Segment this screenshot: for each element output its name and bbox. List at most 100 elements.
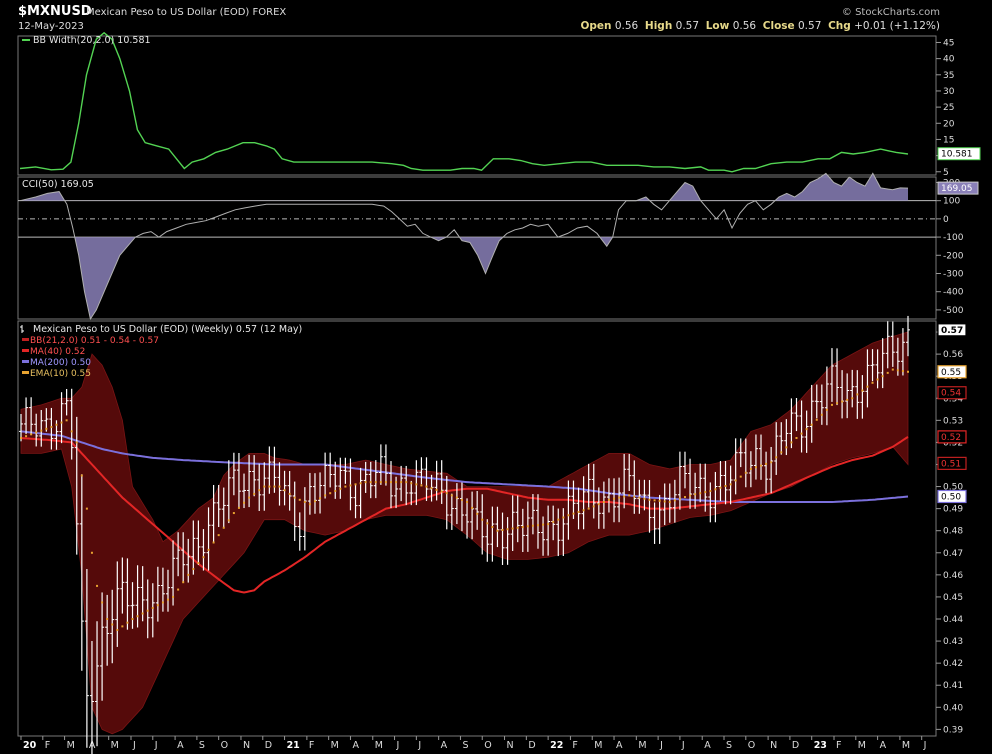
ema10-dot bbox=[308, 503, 311, 506]
ema10-dot bbox=[668, 501, 671, 504]
ema10-dot bbox=[369, 481, 372, 484]
instrument-name: Mexican Peso to US Dollar (EOD) FOREX bbox=[86, 7, 287, 18]
ema10-dot bbox=[830, 403, 833, 406]
ema10-dot bbox=[450, 494, 453, 497]
ema10-dot bbox=[374, 481, 377, 484]
x-tick-label: 21 bbox=[287, 740, 300, 751]
ema10-dot bbox=[136, 615, 139, 618]
ema10-dot bbox=[901, 370, 904, 373]
ema10-dot bbox=[729, 483, 732, 486]
x-tick-label: F bbox=[836, 740, 841, 751]
ema10-dot bbox=[35, 431, 38, 434]
indicator-legend-label: EMA(10) 0.55 bbox=[30, 369, 91, 379]
ema10-dot bbox=[775, 456, 778, 459]
ema10-dot bbox=[405, 481, 408, 484]
ema10-dot bbox=[785, 446, 788, 449]
ema10-dot bbox=[248, 496, 251, 499]
ema10-dot bbox=[20, 436, 22, 439]
ema10-dot bbox=[658, 499, 661, 502]
ema10-dot bbox=[354, 483, 357, 486]
ema10-dot bbox=[749, 467, 752, 470]
ema10-dot bbox=[683, 496, 686, 499]
ema10-dot bbox=[689, 494, 692, 497]
x-tick-label: M bbox=[902, 740, 910, 751]
ema10-dot bbox=[628, 494, 631, 497]
ema10-dot bbox=[430, 487, 433, 490]
ema10-dot bbox=[841, 400, 844, 403]
ema10-dot bbox=[623, 495, 626, 498]
ema10-dot bbox=[151, 606, 154, 609]
ema10-dot bbox=[800, 432, 803, 435]
x-tick-label: J bbox=[396, 740, 400, 751]
indicator-legend-label: MA(200) 0.50 bbox=[30, 358, 91, 368]
bbw-tick-label: 45 bbox=[943, 38, 954, 48]
ema10-dot bbox=[106, 618, 109, 621]
ema10-dot bbox=[415, 483, 418, 486]
ema10-dot bbox=[466, 501, 469, 504]
cci-tick-label: -300 bbox=[943, 269, 964, 279]
x-tick-label: O bbox=[221, 740, 228, 751]
ema10-dot bbox=[577, 510, 580, 513]
ema10-dot bbox=[486, 522, 489, 525]
ema10-dot bbox=[253, 492, 256, 495]
ema10-dot bbox=[552, 520, 555, 523]
ema10-dot bbox=[319, 497, 322, 500]
x-tick-label: S bbox=[462, 740, 468, 751]
indicator-legend-swatch bbox=[22, 338, 29, 341]
ema10-dot bbox=[765, 462, 768, 465]
price-value-tag-text: 0.52 bbox=[941, 433, 961, 443]
ema10-dot bbox=[121, 625, 124, 628]
ema10-dot bbox=[891, 368, 894, 371]
x-tick-label: M bbox=[111, 740, 119, 751]
ema10-dot bbox=[96, 584, 99, 587]
x-tick-label: 23 bbox=[814, 740, 827, 751]
ema10-dot bbox=[192, 567, 195, 570]
ema10-dot bbox=[217, 534, 220, 537]
ema10-dot bbox=[572, 512, 575, 515]
ema10-dot bbox=[896, 369, 899, 372]
ema10-dot bbox=[156, 604, 159, 607]
ema10-dot bbox=[542, 523, 545, 526]
x-tick-label: S bbox=[199, 740, 205, 751]
bbw-tick-label: 30 bbox=[943, 87, 955, 97]
price-tick-label: 0.48 bbox=[943, 527, 963, 537]
ema10-dot bbox=[395, 481, 398, 484]
x-tick-label: J bbox=[923, 740, 927, 751]
x-tick-label: S bbox=[726, 740, 732, 751]
ema10-dot bbox=[182, 581, 185, 584]
ema10-dot bbox=[836, 402, 839, 405]
ema10-dot bbox=[339, 487, 342, 490]
ema10-dot bbox=[85, 507, 88, 510]
symbol-label[interactable]: $MXNUSD bbox=[18, 4, 92, 19]
ema10-dot bbox=[455, 496, 458, 499]
ema10-dot bbox=[820, 413, 823, 416]
ema10-dot bbox=[227, 519, 230, 522]
x-tick-label: F bbox=[45, 740, 50, 751]
ema10-dot bbox=[425, 485, 428, 488]
bbw-tick-label: 25 bbox=[943, 103, 954, 113]
x-tick-label: 22 bbox=[550, 740, 563, 751]
ema10-dot bbox=[734, 479, 737, 482]
ema10-dot bbox=[197, 562, 200, 565]
price-tick-label: 0.39 bbox=[943, 725, 963, 735]
x-tick-label: N bbox=[507, 740, 514, 751]
ema10-dot bbox=[334, 489, 337, 492]
ema10-dot bbox=[886, 371, 889, 374]
ema10-dot bbox=[562, 516, 565, 519]
ema10-dot bbox=[597, 503, 600, 506]
ema10-dot bbox=[526, 525, 529, 528]
ema10-dot bbox=[237, 506, 240, 509]
ema10-dot bbox=[55, 423, 58, 426]
x-tick-label: J bbox=[659, 740, 663, 751]
copyright-label[interactable]: © StockCharts.com bbox=[842, 7, 940, 18]
ema10-dot bbox=[704, 491, 707, 494]
ema10-dot bbox=[435, 488, 438, 491]
ema10-dot bbox=[633, 495, 636, 498]
ema10-dot bbox=[557, 518, 560, 521]
ema10-dot bbox=[907, 370, 909, 373]
indicator-legend-label: MA(40) 0.52 bbox=[30, 347, 85, 357]
indicator-legend-swatch bbox=[22, 371, 29, 374]
ema10-dot bbox=[481, 518, 484, 521]
ema10-dot bbox=[45, 427, 48, 430]
x-tick-label: O bbox=[748, 740, 755, 751]
